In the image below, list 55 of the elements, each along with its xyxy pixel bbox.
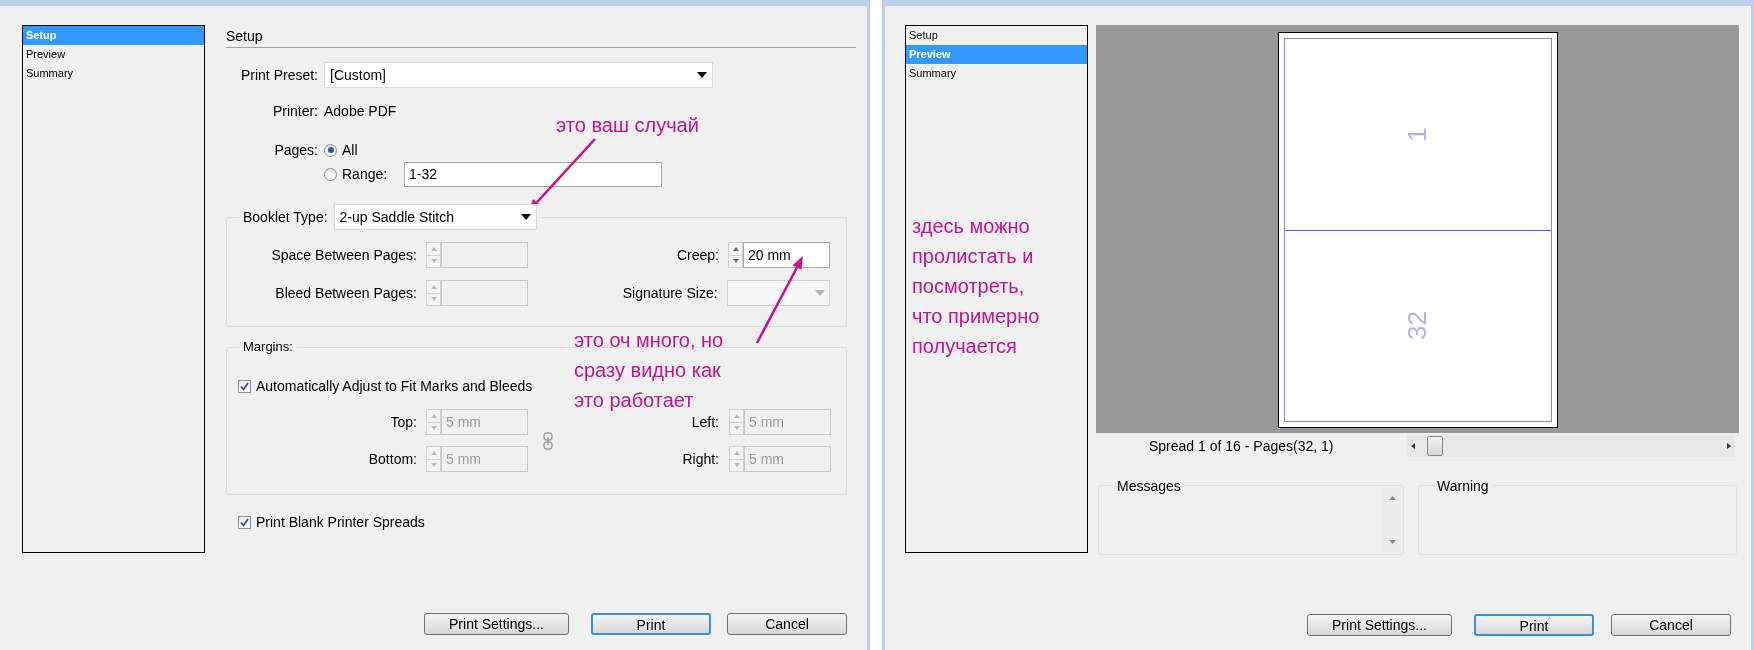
annotation-text: здесь можно пролистать и посмотреть, что примерно получается bbox=[912, 214, 1040, 359]
field-label: Space Between Pages: bbox=[270, 245, 417, 265]
dialog-button[interactable]: Print bbox=[1474, 614, 1594, 636]
field-label: Pages: bbox=[273, 140, 318, 160]
horizontal-scrollbar[interactable] bbox=[1407, 435, 1735, 457]
field-label: Print Preset: bbox=[239, 65, 318, 85]
page-number: 32 bbox=[1401, 311, 1433, 341]
left-arrow-icon[interactable] bbox=[1411, 443, 1415, 449]
field-label: Bottom: bbox=[367, 449, 417, 469]
down-arrow-icon[interactable] bbox=[1388, 540, 1396, 544]
up-arrow-icon[interactable] bbox=[732, 246, 739, 251]
section-heading: Setup bbox=[226, 28, 856, 48]
page-number: 1 bbox=[1401, 127, 1433, 142]
checkbox[interactable] bbox=[238, 515, 251, 529]
radio-label[interactable]: All bbox=[342, 139, 358, 161]
dropdown[interactable]: [Custom] bbox=[324, 62, 713, 88]
dialog-button[interactable]: Cancel bbox=[1611, 614, 1731, 636]
group-title: Margins: bbox=[243, 338, 293, 357]
down-arrow-icon[interactable] bbox=[732, 259, 739, 264]
radio-button[interactable] bbox=[324, 143, 337, 157]
annotation-text: это ваш случай bbox=[556, 113, 699, 138]
dialog-button[interactable]: Print bbox=[591, 613, 711, 635]
dropdown[interactable]: 2-up Saddle Stitch bbox=[333, 204, 537, 230]
sidebar-item[interactable]: Preview bbox=[23, 45, 204, 64]
sidebar-item[interactable]: Setup bbox=[906, 26, 1087, 45]
field-label: Signature Size: bbox=[621, 283, 718, 303]
dialog-button[interactable]: Print Settings... bbox=[424, 613, 569, 635]
checkbox-label[interactable]: Automatically Adjust to Fit Marks and Bleeds bbox=[256, 375, 533, 397]
sidebar-item[interactable]: Summary bbox=[23, 64, 204, 83]
printer-name: Adobe PDF bbox=[324, 101, 397, 121]
scrollbar-thumb[interactable] bbox=[1427, 436, 1443, 456]
field-label: Booklet Type: bbox=[243, 207, 328, 227]
field-label: Left: bbox=[690, 412, 719, 432]
dialog-button[interactable]: Print Settings... bbox=[1307, 614, 1452, 636]
sidebar-item[interactable]: Summary bbox=[906, 64, 1087, 83]
caret-icon bbox=[697, 72, 707, 78]
chain-link-icon[interactable] bbox=[542, 431, 554, 450]
vertical-scrollbar[interactable] bbox=[1383, 488, 1401, 552]
checkbox-label[interactable]: Print Blank Printer Spreads bbox=[256, 511, 425, 533]
radio-label[interactable]: Range: bbox=[342, 164, 388, 185]
range-input-field[interactable]: 1-32 bbox=[404, 162, 662, 187]
radio-button[interactable] bbox=[324, 168, 337, 181]
caret-icon bbox=[520, 214, 531, 220]
field-label: Top: bbox=[389, 412, 417, 432]
up-arrow-icon[interactable] bbox=[1388, 496, 1396, 500]
dialog-button[interactable]: Cancel bbox=[727, 613, 847, 635]
caret-icon bbox=[815, 290, 825, 296]
spread-label: Spread 1 of 16 - Pages(32, 1) bbox=[1149, 436, 1334, 456]
field-label: Bleed Between Pages: bbox=[274, 283, 417, 303]
field-label: Printer: bbox=[271, 101, 318, 121]
right-arrow-icon[interactable] bbox=[1727, 443, 1731, 449]
field-label: Right: bbox=[681, 449, 719, 469]
checkbox[interactable] bbox=[238, 379, 251, 393]
annotation-text: это оч много, но сразу видно как это работает bbox=[574, 328, 724, 413]
field-label: Creep: bbox=[675, 245, 719, 265]
